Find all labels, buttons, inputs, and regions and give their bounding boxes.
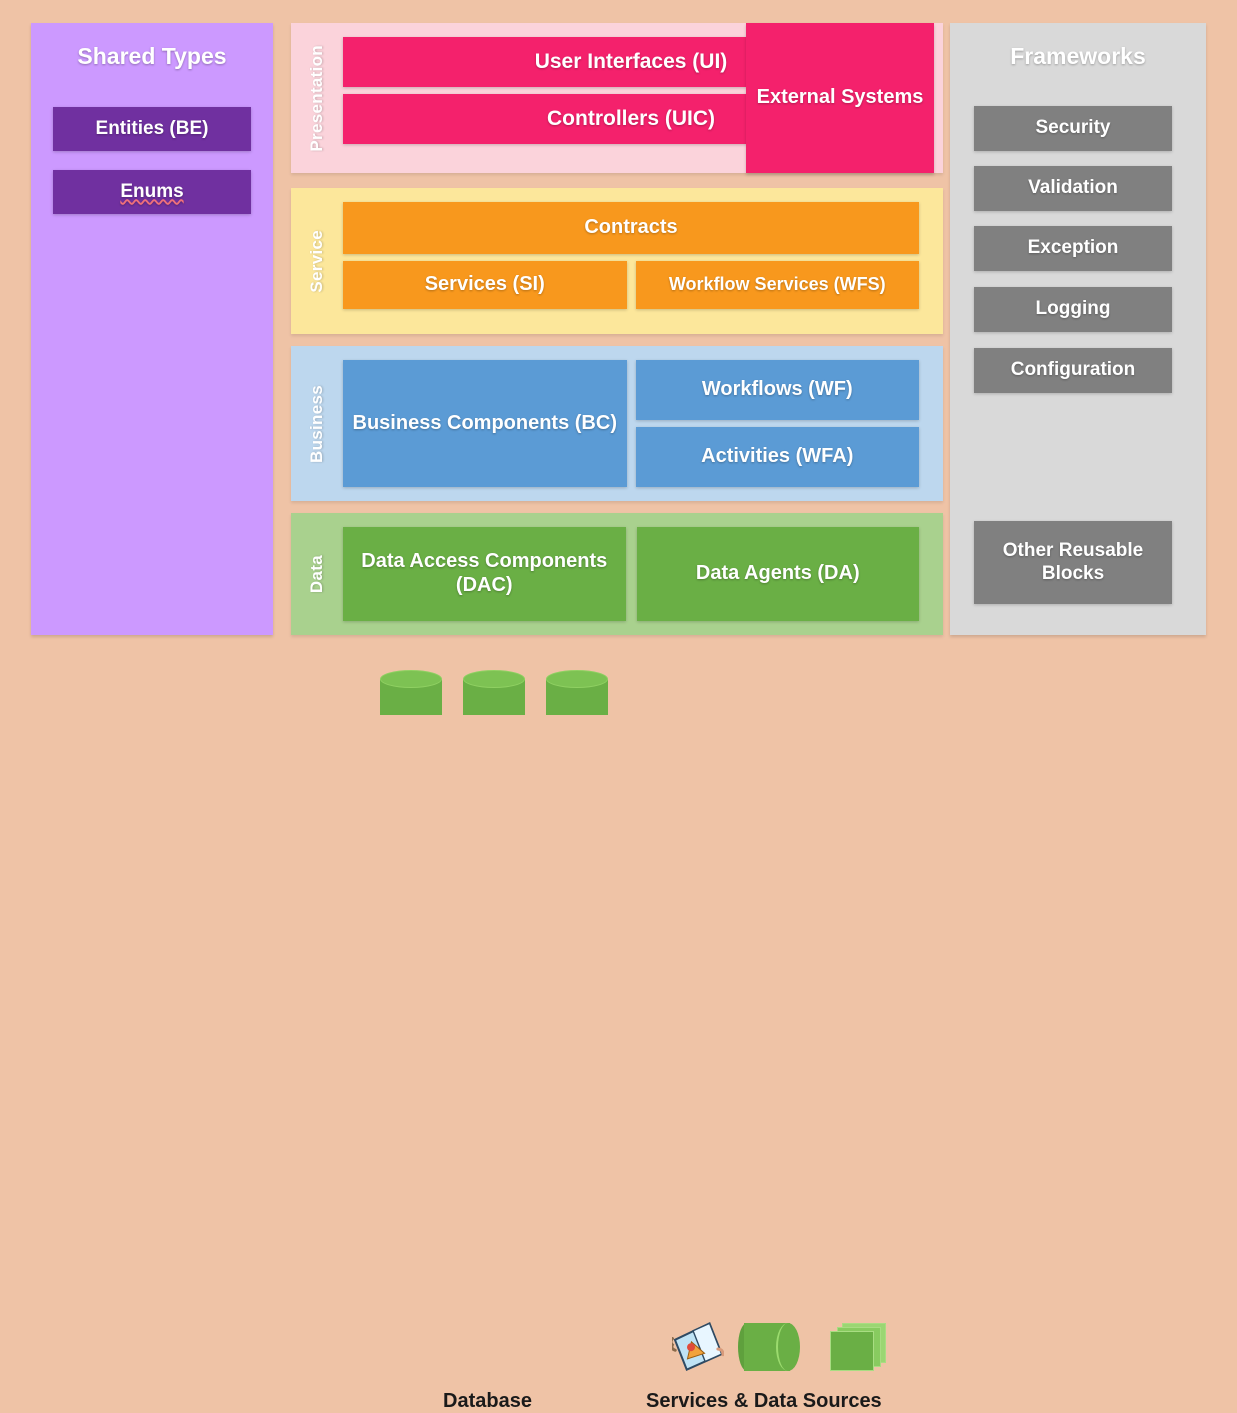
box-workflows-label: Workflows (WF): [701, 378, 853, 401]
box-user-interfaces-label: User Interfaces (UI): [534, 49, 728, 73]
framework-configuration-label: Configuration: [1010, 359, 1136, 381]
business-right-column: Workflows (WF) Activities (WFA): [635, 360, 919, 487]
database-cylinder-icon: [380, 670, 442, 722]
framework-validation[interactable]: Validation: [974, 166, 1172, 211]
layer-presentation-label: Presentation: [291, 23, 343, 173]
business-row: Business Components (BC) Workflows (WF) …: [343, 360, 919, 487]
services-data-sources-label: Services & Data Sources: [646, 1390, 882, 1412]
drum-right-cap: [776, 1323, 800, 1371]
data-row: Data Access Components (DAC) Data Agents…: [343, 527, 919, 621]
layer-service-body: Contracts Services (SI) Workflow Service…: [343, 188, 943, 334]
box-data-access-components-label: Data Access Components (DAC): [361, 550, 608, 596]
shared-type-enums[interactable]: Enums: [53, 170, 251, 214]
framework-configuration[interactable]: Configuration: [974, 348, 1172, 393]
layer-business: Business Business Components (BC) Workfl…: [291, 346, 943, 501]
external-systems-label: External Systems: [756, 86, 924, 109]
shared-type-entities[interactable]: Entities (BE): [53, 107, 251, 151]
framework-other-reusable-blocks[interactable]: Other Reusable Blocks: [974, 521, 1172, 604]
box-data-agents-label: Data Agents (DA): [695, 562, 860, 585]
stacked-sheets-icon: [830, 1323, 886, 1371]
layer-presentation-label-text: Presentation: [307, 44, 326, 152]
framework-exception-label: Exception: [1027, 237, 1119, 259]
data-drum-icon: [738, 1323, 800, 1371]
box-activities-label: Activities (WFA): [701, 445, 854, 468]
box-business-components-label: Business Components (BC): [352, 411, 617, 434]
framework-validation-label: Validation: [1028, 177, 1118, 199]
box-workflow-services-label: Workflow Services (WFS): [668, 274, 886, 295]
shared-types-title: Shared Types: [77, 43, 227, 69]
framework-exception[interactable]: Exception: [974, 226, 1172, 271]
box-activities[interactable]: Activities (WFA): [635, 427, 919, 487]
layer-business-label: Business: [291, 346, 343, 501]
bottom-icon-strip: Database Services & Data Sources: [0, 655, 1237, 1412]
cylinder-top: [463, 670, 525, 688]
database-label: Database: [443, 1390, 532, 1412]
layer-service-label-text: Service: [307, 229, 326, 293]
cylinder-top: [546, 670, 608, 688]
layer-data-body: Data Access Components (DAC) Data Agents…: [343, 513, 943, 635]
layer-service: Service Contracts Services (SI) Workflow…: [291, 188, 943, 334]
layer-business-label-text: Business: [307, 384, 326, 463]
layer-service-label: Service: [291, 188, 343, 334]
box-workflow-services[interactable]: Workflow Services (WFS): [635, 261, 919, 309]
frameworks-panel: Frameworks Security Validation Exception…: [950, 23, 1206, 635]
layer-data-label-text: Data: [307, 554, 326, 594]
framework-logging[interactable]: Logging: [974, 287, 1172, 332]
box-data-agents[interactable]: Data Agents (DA): [636, 527, 919, 621]
framework-security-label: Security: [1035, 117, 1111, 139]
database-cylinder-icon: [546, 670, 608, 722]
database-cylinder-icon: [463, 670, 525, 722]
layer-business-body: Business Components (BC) Workflows (WF) …: [343, 346, 943, 501]
box-workflows[interactable]: Workflows (WF): [635, 360, 919, 420]
architecture-diagram-canvas: Shared Types Entities (BE) Enums Present…: [0, 0, 1237, 1412]
box-contracts[interactable]: Contracts: [343, 202, 919, 254]
box-services-label: Services (SI): [424, 273, 545, 296]
sheet-front: [830, 1331, 874, 1371]
shared-type-entities-label: Entities (BE): [95, 117, 209, 139]
shared-type-enums-label: Enums: [120, 180, 184, 202]
box-data-access-components[interactable]: Data Access Components (DAC): [343, 527, 626, 621]
framework-security[interactable]: Security: [974, 106, 1172, 151]
box-controllers-label: Controllers (UIC): [547, 106, 715, 130]
frameworks-title: Frameworks: [1010, 43, 1146, 69]
external-systems-box[interactable]: External Systems: [746, 23, 934, 173]
box-business-components[interactable]: Business Components (BC): [343, 360, 627, 487]
box-services[interactable]: Services (SI): [343, 261, 627, 309]
layer-data: Data Data Access Components (DAC) Data A…: [291, 513, 943, 635]
shared-types-panel: Shared Types Entities (BE) Enums: [31, 23, 273, 635]
box-contracts-label: Contracts: [584, 216, 678, 239]
framework-logging-label: Logging: [1035, 298, 1111, 320]
cylinder-top: [380, 670, 442, 688]
map-services-icon: [669, 1321, 725, 1371]
layer-data-label: Data: [291, 513, 343, 635]
framework-other-reusable-blocks-label: Other Reusable Blocks: [1002, 540, 1144, 584]
map-services-icon-svg: [669, 1321, 725, 1371]
service-sub-row: Services (SI) Workflow Services (WFS): [343, 261, 919, 309]
